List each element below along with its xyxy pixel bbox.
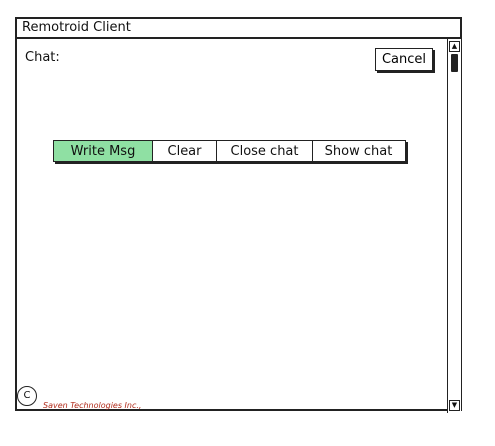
cancel-button[interactable]: Cancel [375, 48, 433, 71]
chat-button-bar: Write Msg Clear Close chat Show chat [53, 140, 406, 162]
show-chat-button[interactable]: Show chat [313, 141, 404, 161]
scroll-thumb[interactable] [451, 54, 458, 72]
chat-label: Chat: [25, 50, 60, 65]
copyright-icon: C [17, 386, 37, 406]
scroll-up-arrow-icon[interactable]: ▲ [449, 41, 460, 52]
scroll-down-arrow-icon[interactable]: ▼ [449, 400, 460, 411]
vertical-scrollbar[interactable]: ▲ ▼ [447, 39, 461, 413]
clear-button[interactable]: Clear [153, 141, 217, 161]
app-window: Remotroid Client [15, 17, 462, 411]
company-name: Saven Technologies Inc., [43, 401, 142, 410]
close-chat-button[interactable]: Close chat [217, 141, 313, 161]
window-title: Remotroid Client [17, 19, 460, 39]
write-msg-button[interactable]: Write Msg [54, 141, 153, 161]
